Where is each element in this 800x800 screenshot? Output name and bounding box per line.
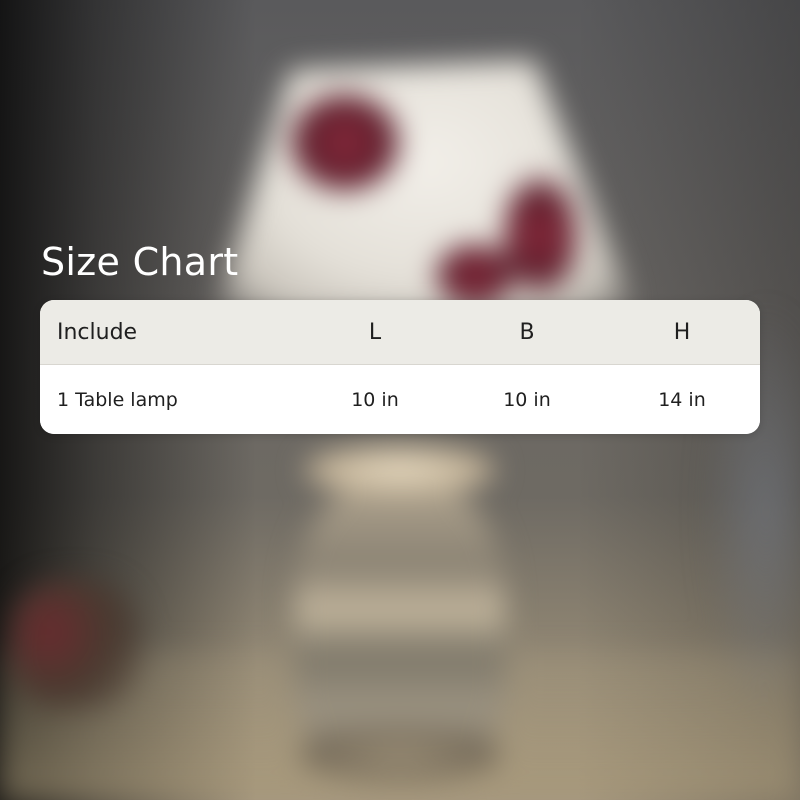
lamp-base-top	[305, 445, 495, 495]
header-length: L	[368, 319, 382, 345]
table-row: 1 Table lamp 10 in 10 in 14 in	[40, 365, 760, 434]
lamp-foot	[300, 730, 500, 780]
lamp-base	[295, 480, 505, 770]
cell-breadth: 10 in	[503, 388, 551, 411]
cell-length: 10 in	[351, 388, 399, 411]
size-chart-title: Size Chart	[41, 240, 239, 284]
side-object	[10, 580, 140, 710]
rose-pattern	[435, 245, 515, 305]
header-include: Include	[57, 319, 138, 345]
cell-include: 1 Table lamp	[57, 388, 178, 411]
header-breadth: B	[519, 319, 535, 345]
rose-pattern	[290, 95, 400, 190]
lamp-shade	[215, 60, 635, 315]
rose-pattern	[505, 175, 575, 295]
size-chart-table: Include L B H 1 Table lamp 10 in 10 in 1…	[40, 300, 760, 434]
header-height: H	[673, 319, 691, 345]
cell-height: 14 in	[658, 388, 706, 411]
table-header-row: Include L B H	[40, 300, 760, 365]
